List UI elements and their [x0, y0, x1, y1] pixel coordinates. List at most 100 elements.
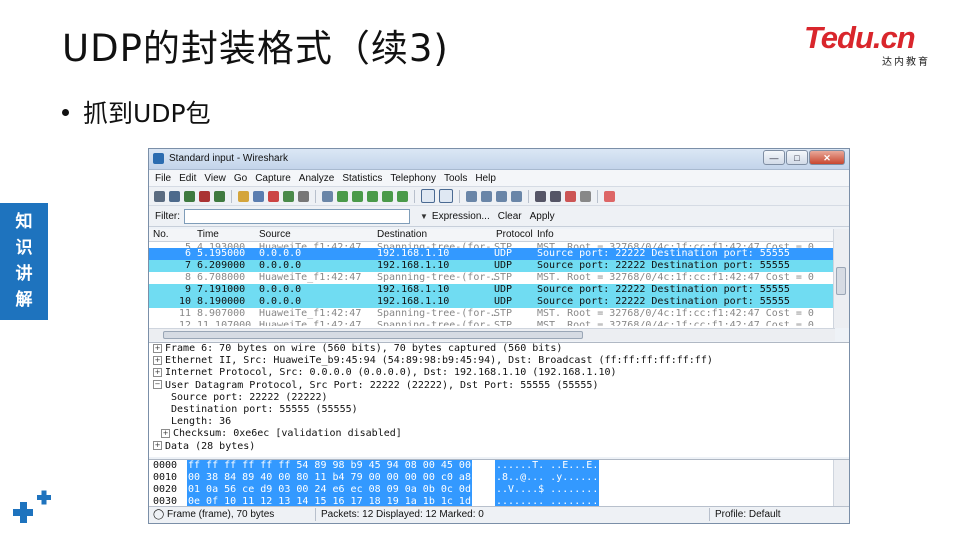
detail-row[interactable]: + Ethernet II, Src: HuaweiTe_b9:45:94 (54… [149, 355, 849, 367]
col-info[interactable]: Info [537, 229, 554, 240]
close-file-icon[interactable] [268, 190, 279, 202]
collapse-icon[interactable]: − [153, 380, 162, 390]
packet-src: 0.0.0.0 [259, 296, 302, 307]
help-icon[interactable] [604, 190, 615, 202]
detail-row[interactable]: Source port: 22222 (22222) [149, 392, 849, 404]
minimize-button[interactable]: — [763, 150, 785, 165]
toolbar-separator [231, 189, 232, 203]
detail-row[interactable]: + Frame 6: 70 bytes on wire (560 bits), 7… [149, 343, 849, 355]
status-profile[interactable]: Profile: Default [715, 509, 781, 520]
start-capture-icon[interactable] [184, 190, 195, 202]
coloring-rules-icon[interactable] [565, 190, 576, 202]
open-icon[interactable] [238, 190, 249, 202]
filter-dropdown-icon[interactable]: ▼ [420, 212, 428, 221]
bytes-vscrollbar[interactable] [833, 460, 849, 508]
autoscroll-icon[interactable] [439, 189, 453, 203]
expression-button[interactable]: Expression... [432, 211, 490, 222]
expand-icon[interactable]: + [153, 343, 162, 353]
col-protocol[interactable]: Protocol [496, 229, 533, 240]
bytes-row[interactable]: 0000 ff ff ff ff ff ff 54 89 98 b9 45 94 … [149, 460, 849, 472]
expand-icon[interactable]: + [153, 367, 162, 377]
clear-button[interactable]: Clear [498, 211, 522, 222]
filter-input[interactable] [184, 208, 410, 224]
restart-capture-icon[interactable] [214, 190, 225, 202]
packet-row[interactable]: 11 8.907000 HuaweiTe_f1:42:47 Spanning-tree… [149, 308, 835, 320]
packet-row[interactable]: 9 7.191000 0.0.0.0 192.168.1.10 UDP Source po… [149, 284, 835, 296]
capture-filters-icon[interactable] [535, 190, 546, 202]
go-forward-icon[interactable] [352, 190, 363, 202]
packet-no: 7 [184, 260, 191, 271]
bytes-row[interactable]: 0020 01 0a 56 ce d9 03 00 24 e6 ec 08 09 … [149, 484, 849, 496]
menu-view[interactable]: View [204, 173, 226, 184]
packet-time: 7.191000 [197, 284, 246, 295]
packet-bytes-pane: 0000 ff ff ff ff ff ff 54 89 98 b9 45 94 … [149, 459, 849, 508]
go-back-icon[interactable] [337, 190, 348, 202]
menu-capture[interactable]: Capture [255, 173, 291, 184]
menu-telephony[interactable]: Telephony [390, 173, 436, 184]
detail-row[interactable]: + Data (28 bytes) [149, 441, 849, 453]
packet-row[interactable]: 8 6.708000 HuaweiTe_f1:42:47 Spanning-tree-… [149, 272, 835, 284]
packet-proto: UDP [494, 248, 513, 259]
side-tab-char: 讲 [15, 264, 33, 284]
close-button[interactable]: ✕ [809, 150, 845, 165]
detail-text: Source port: 22222 (22222) [171, 391, 328, 403]
packet-no: 8 [184, 272, 191, 283]
stop-capture-icon[interactable] [199, 190, 210, 202]
find-icon[interactable] [322, 190, 333, 202]
packet-src: 0.0.0.0 [259, 260, 302, 271]
packet-list-vscrollbar[interactable] [833, 229, 849, 328]
expand-icon[interactable]: + [153, 355, 162, 365]
maximize-button[interactable]: □ [786, 150, 808, 165]
menu-go[interactable]: Go [234, 173, 247, 184]
packet-row[interactable]: 6 5.195000 0.0.0.0 192.168.1.10 UDP Source po… [149, 248, 835, 260]
detail-text: Frame 6: 70 bytes on wire (560 bits), 70… [165, 343, 563, 354]
menu-tools[interactable]: Tools [444, 173, 467, 184]
detail-row[interactable]: + Checksum: 0xe6ec [validation disabled] [149, 428, 849, 440]
display-filters-icon[interactable] [550, 190, 561, 202]
col-no[interactable]: No. [153, 229, 169, 240]
col-source[interactable]: Source [259, 229, 291, 240]
packet-no: 6 [184, 248, 191, 259]
menu-help[interactable]: Help [475, 173, 496, 184]
interfaces-icon[interactable] [154, 190, 165, 202]
detail-row[interactable]: Destination port: 55555 (55555) [149, 404, 849, 416]
expand-icon[interactable]: + [161, 428, 170, 438]
menu-analyze[interactable]: Analyze [299, 173, 335, 184]
detail-row[interactable]: − User Datagram Protocol, Src Port: 22222… [149, 380, 849, 392]
packet-row[interactable]: 10 8.190000 0.0.0.0 192.168.1.10 UDP Source p… [149, 296, 835, 308]
menu-file[interactable]: File [155, 173, 171, 184]
last-packet-icon[interactable] [397, 190, 408, 202]
colorize-icon[interactable] [421, 189, 435, 203]
detail-row[interactable]: Length: 36 [149, 416, 849, 428]
reload-icon[interactable] [283, 190, 294, 202]
resize-columns-icon[interactable] [511, 190, 522, 202]
normal-size-icon[interactable] [496, 190, 507, 202]
packet-list-header: No. Time Source Destination Protocol Inf… [149, 229, 835, 242]
save-icon[interactable] [253, 190, 264, 202]
zoom-in-icon[interactable] [466, 190, 477, 202]
menu-edit[interactable]: Edit [179, 173, 196, 184]
toolbar-separator [414, 189, 415, 203]
zoom-out-icon[interactable] [481, 190, 492, 202]
window-titlebar[interactable]: Standard input - Wireshark — □ ✕ [149, 149, 849, 170]
col-time[interactable]: Time [197, 229, 219, 240]
menu-statistics[interactable]: Statistics [342, 173, 382, 184]
options-icon[interactable] [169, 190, 180, 202]
filter-bar: Filter: ▼ Expression... Clear Apply [149, 206, 849, 227]
toolbar-separator [459, 189, 460, 203]
bytes-row[interactable]: 0010 00 38 84 89 40 00 80 11 b4 79 00 00 … [149, 472, 849, 484]
detail-row[interactable]: + Internet Protocol, Src: 0.0.0.0 (0.0.0.… [149, 367, 849, 379]
expand-icon[interactable]: + [153, 441, 162, 450]
packet-list-hscrollbar[interactable] [149, 328, 835, 341]
col-destination[interactable]: Destination [377, 229, 427, 240]
first-packet-icon[interactable] [382, 190, 393, 202]
go-to-packet-icon[interactable] [367, 190, 378, 202]
packet-row[interactable]: 7 6.209000 0.0.0.0 192.168.1.10 UDP Source po… [149, 260, 835, 272]
packet-dst: Spanning-tree-(for-… [377, 308, 495, 319]
packet-row[interactable]: 12 11.107000 HuaweiTe_f1:42:47 Spanning-tre… [149, 320, 835, 326]
packet-list: No. Time Source Destination Protocol Inf… [149, 229, 835, 340]
preferences-icon[interactable] [580, 190, 591, 202]
print-icon[interactable] [298, 190, 309, 202]
window-title: Standard input - Wireshark [169, 153, 288, 164]
apply-button[interactable]: Apply [530, 211, 555, 222]
